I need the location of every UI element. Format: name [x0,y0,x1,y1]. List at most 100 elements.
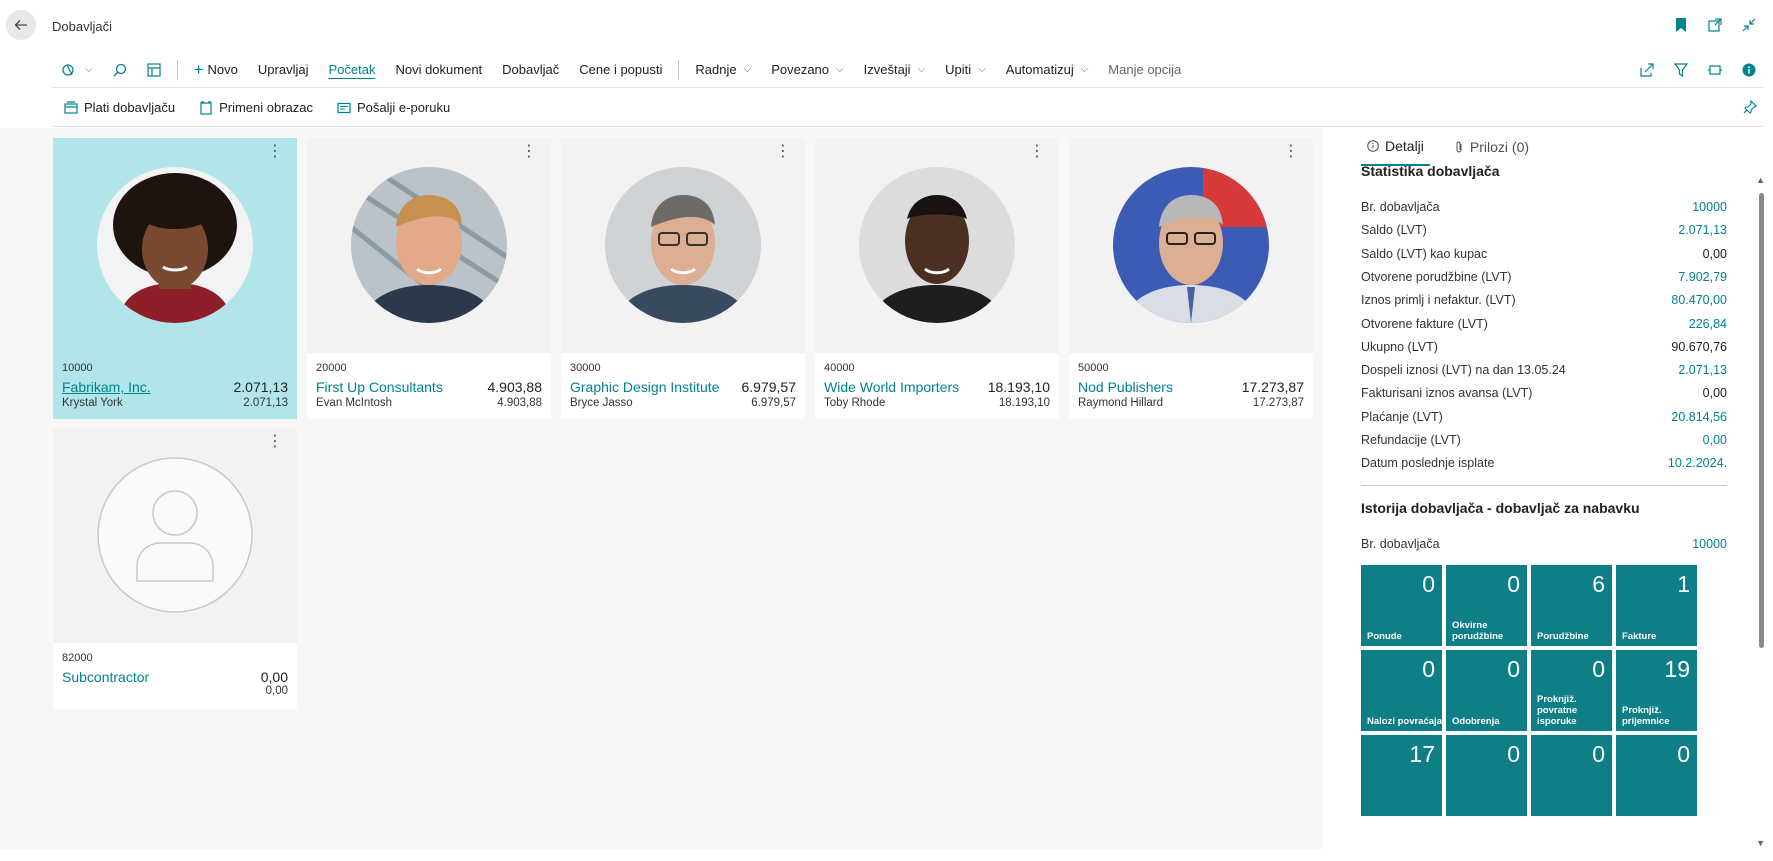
stat-value[interactable]: 2.071,13 [1678,223,1727,237]
back-button[interactable] [6,10,36,40]
vendor-name-link[interactable]: Wide World Importers [824,379,959,395]
manage-menu[interactable]: Upravljaj [248,52,319,88]
share-icon[interactable] [1639,62,1655,78]
new-document-menu[interactable]: Novi dokument [385,52,492,88]
avatar [859,167,1015,323]
vendor-menu[interactable]: Dobavljač [492,52,569,88]
chevron-down-icon: ⌵ [917,64,926,75]
related-menu[interactable]: Povezano ⌵ [761,52,853,88]
cue-tile[interactable]: 19 Proknjiž. prijemnice [1616,650,1697,731]
edit-list-icon[interactable] [1707,62,1723,78]
collapse-icon[interactable] [1741,17,1757,33]
stat-row: Otvorene fakture (LVT) 226,84 [1361,317,1727,331]
layout-button[interactable] [137,52,171,88]
history-vendor-no-link[interactable]: 10000 [1692,537,1727,551]
stat-value[interactable]: 10000 [1692,200,1727,214]
card-image-area: ⋮ [53,138,297,353]
tile-label: Porudžbine [1537,631,1589,642]
search-button[interactable] [103,52,137,88]
more-options-icon[interactable]: ⋮ [267,144,283,160]
stat-value: 90.670,76 [1671,339,1727,354]
vendor-name-link[interactable]: Fabrikam, Inc. [62,379,151,395]
cue-tile[interactable]: 0 Proknjiž. povratne isporuke [1531,650,1612,731]
vendor-card[interactable]: ⋮ 10000 Fabrikam, Inc. 2.071,13 Krystal … [53,138,297,419]
pin-icon[interactable] [1743,99,1757,117]
tile-count: 0 [1422,571,1435,597]
layout-icon [146,62,161,77]
tab-attachments[interactable]: Prilozi (0) [1448,128,1535,166]
cue-tile[interactable]: 17 [1361,735,1442,816]
scroll-up-arrow[interactable]: ▲ [1756,175,1765,185]
stat-label: Iznos primlj i nefaktur. (LVT) [1361,293,1516,308]
cue-tile[interactable]: 1 Fakture [1616,565,1697,646]
template-icon [200,100,212,115]
vendor-number: 82000 [62,652,93,664]
view-icon [62,63,74,76]
vendor-card[interactable]: ⋮ 82000 Subcontractor 0,00 0,00 [53,428,297,709]
cue-tile[interactable]: 0 [1446,735,1527,816]
cue-tile[interactable]: 0 [1531,735,1612,816]
tile-count: 0 [1507,656,1520,682]
open-new-window-icon[interactable] [1707,17,1723,33]
info-icon[interactable] [1741,62,1757,78]
vendor-card[interactable]: ⋮ 50000 Nod Publishers 17.273,87 Raymond… [1069,138,1313,419]
vendor-name-link[interactable]: Graphic Design Institute [570,379,719,395]
stat-value[interactable]: 226,84 [1689,317,1727,331]
queries-menu[interactable]: Upiti ⌵ [935,52,996,88]
more-options-icon[interactable]: ⋮ [267,434,283,450]
promoted-actions-bar: Plati dobavljaču Primeni obrazac Pošalji… [52,89,1763,127]
cue-tile[interactable]: 0 [1616,735,1697,816]
bookmark-icon[interactable] [1673,17,1689,33]
stat-value[interactable]: 0,00 [1703,433,1727,447]
cue-tile[interactable]: 0 Ponude [1361,565,1442,646]
vendor-card[interactable]: ⋮ 30000 Graphic Design Institute 6.979,5… [561,138,805,419]
cue-tile[interactable]: 0 Okvirne porudžbine [1446,565,1527,646]
stat-value[interactable]: 80.470,00 [1671,293,1727,307]
more-options-icon[interactable]: ⋮ [775,144,791,160]
scrollbar-thumb[interactable] [1759,193,1764,648]
vendor-balance: 4.903,88 [487,379,543,395]
stat-value[interactable]: 7.902,79 [1678,270,1727,284]
home-tab[interactable]: Početak [318,52,385,88]
tile-label: Odobrenja [1452,716,1500,727]
filter-icon[interactable] [1673,62,1689,78]
view-switch-button[interactable]: ⌵ [52,52,103,88]
vendor-name-link[interactable]: Nod Publishers [1078,379,1173,395]
tile-label: Ponude [1367,631,1402,642]
more-options-icon[interactable]: ⋮ [521,144,537,160]
tile-count: 0 [1592,741,1605,767]
stat-row: Iznos primlj i nefaktur. (LVT) 80.470,00 [1361,293,1727,307]
vendor-contact: Toby Rhode [824,397,886,409]
card-info: 20000 First Up Consultants 4.903,88 Evan… [307,353,551,419]
vendor-contact: Bryce Jasso [570,397,633,409]
payment-icon [64,100,78,114]
fewer-options-button[interactable]: Manje opcija [1098,52,1191,88]
actions-menu[interactable]: Radnje ⌵ [685,52,761,88]
more-options-icon[interactable]: ⋮ [1283,144,1299,160]
vendor-card[interactable]: ⋮ 20000 First Up Consultants 4.903,88 Ev… [307,138,551,419]
vendor-balance: 18.193,10 [987,379,1050,395]
cue-tile[interactable]: 0 Odobrenja [1446,650,1527,731]
vendor-name-link[interactable]: First Up Consultants [316,379,443,395]
prices-discounts-menu[interactable]: Cene i popusti [569,52,672,88]
vendor-card[interactable]: ⋮ 40000 Wide World Importers 18.193,10 T… [815,138,1059,419]
stat-value[interactable]: 2.071,13 [1678,363,1727,377]
cue-tile[interactable]: 6 Porudžbine [1531,565,1612,646]
scroll-down-arrow[interactable]: ▼ [1756,838,1765,848]
reports-menu[interactable]: Izveštaji ⌵ [854,52,936,88]
vendor-name-link[interactable]: Subcontractor [62,669,149,685]
stat-value[interactable]: 20.814,56 [1671,410,1727,424]
new-button[interactable]: + Novo [184,52,248,88]
avatar [605,167,761,323]
apply-template-button[interactable]: Primeni obrazac [187,89,325,127]
automate-menu[interactable]: Automatizuj ⌵ [996,52,1099,88]
tile-label: Fakture [1622,631,1657,642]
more-options-icon[interactable]: ⋮ [1029,144,1045,160]
send-email-button[interactable]: Pošalji e-poruku [325,89,462,127]
tab-details[interactable]: Detalji [1361,128,1430,166]
stat-value[interactable]: 10.2.2024. [1668,456,1727,470]
cue-tile[interactable]: 0 Nalozi povraćaja [1361,650,1442,731]
tile-count: 0 [1677,741,1690,767]
pay-vendor-button[interactable]: Plati dobavljaču [52,89,187,127]
vendor-balance-due: 18.193,10 [998,397,1050,409]
